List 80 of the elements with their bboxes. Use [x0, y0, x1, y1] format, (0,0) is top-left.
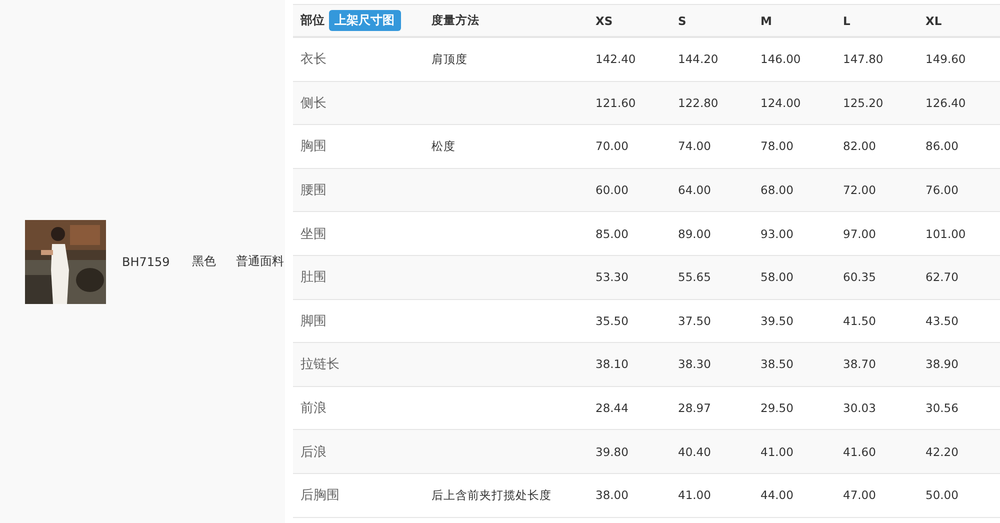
table-cell: 38.90 [926, 357, 958, 372]
table-cell: 松度 [432, 138, 456, 153]
column-header: S [678, 14, 686, 28]
table-cell: 85.00 [596, 226, 628, 241]
table-cell: 28.44 [596, 401, 628, 416]
table-cell: 122.80 [678, 96, 718, 110]
size-chart-button[interactable]: 上架尺寸图 [328, 10, 400, 31]
table-cell: 64.00 [678, 183, 711, 198]
table-cell: 28.97 [678, 401, 711, 416]
table-cell: 38.70 [843, 357, 876, 372]
table-cell: 53.30 [596, 270, 628, 284]
table-cell: 后胸围 [300, 488, 340, 504]
table-cell: 脚围 [300, 314, 326, 329]
table-cell: 41.00 [760, 444, 794, 459]
column-header: M [760, 14, 772, 28]
table-cell: 72.00 [843, 183, 876, 198]
table-cell: 42.20 [926, 444, 958, 459]
table-cell: 41.00 [678, 488, 711, 502]
table-cell: 76.00 [926, 183, 958, 198]
table-cell: 腰围 [300, 183, 326, 198]
table-cell: 70.00 [596, 139, 628, 154]
table-cell: 41.60 [843, 444, 876, 459]
table-cell: 126.40 [926, 96, 966, 110]
table-cell: 肚围 [300, 270, 326, 286]
table-cell: 121.60 [596, 96, 636, 110]
table-cell: 142.40 [596, 52, 636, 66]
table-cell: 39.50 [760, 314, 794, 328]
column-header: L [843, 14, 850, 28]
table-cell: 44.00 [760, 488, 794, 502]
table-cell: 58.00 [760, 270, 794, 284]
table-cell: 后浪 [300, 444, 326, 460]
table-cell: 97.00 [843, 226, 876, 241]
table-cell: 40.40 [678, 444, 711, 459]
table-cell: 38.10 [596, 357, 628, 372]
table-cell: 30.03 [843, 401, 876, 416]
table-cell: 82.00 [843, 139, 876, 154]
table-cell: 62.70 [926, 270, 958, 284]
table-cell: 37.50 [678, 314, 711, 328]
table-cell: 146.00 [760, 52, 801, 66]
table-cell: 101.00 [926, 226, 966, 241]
column-header: 度量方法 [432, 13, 480, 27]
table-cell: 47.00 [843, 488, 876, 502]
table-cell: 144.20 [678, 52, 718, 66]
column-header: XL [926, 14, 942, 28]
table-cell: 68.00 [760, 183, 794, 198]
table-cell: 肩顶度 [432, 52, 468, 66]
table-cell: 60.35 [843, 270, 876, 284]
table-cell: 60.00 [596, 183, 628, 198]
product-code: BH7159 [122, 254, 170, 268]
table-cell: 39.80 [596, 444, 628, 459]
table-cell: 胸围 [300, 139, 326, 154]
table-cell: 前浪 [300, 401, 326, 416]
table-cell: 35.50 [596, 314, 628, 328]
table-cell: 147.80 [843, 52, 884, 66]
table-cell: 86.00 [926, 139, 958, 154]
table-cell: 后上含前夹打揽处长度 [432, 488, 552, 502]
product-fabric: 普通面料 [236, 253, 284, 270]
table-cell: 衣长 [300, 52, 326, 68]
table-cell: 74.00 [678, 139, 711, 154]
table-cell: 38.30 [678, 357, 711, 372]
table-cell: 坐围 [300, 226, 326, 242]
table-cell: 38.50 [760, 357, 794, 372]
table-cell: 124.00 [760, 96, 801, 110]
table-cell: 125.20 [843, 96, 884, 110]
table-cell: 50.00 [926, 488, 958, 502]
table-cell: 41.50 [843, 314, 876, 328]
column-header: 部位 [300, 12, 324, 29]
table-cell: 29.50 [760, 401, 794, 416]
table-cell: 拉链长 [300, 357, 340, 372]
table-cell: 89.00 [678, 226, 711, 241]
table-cell: 30.56 [926, 401, 958, 416]
table-cell: 43.50 [926, 314, 958, 328]
table-cell: 78.00 [760, 139, 794, 154]
table-cell: 侧长 [300, 96, 326, 111]
table-cell: 149.60 [926, 52, 966, 66]
column-header: XS [596, 14, 613, 28]
table-cell: 93.00 [760, 226, 794, 241]
table-cell: 38.00 [596, 488, 628, 502]
table-cell: 55.65 [678, 270, 711, 284]
product-color: 黑色 [192, 253, 216, 270]
